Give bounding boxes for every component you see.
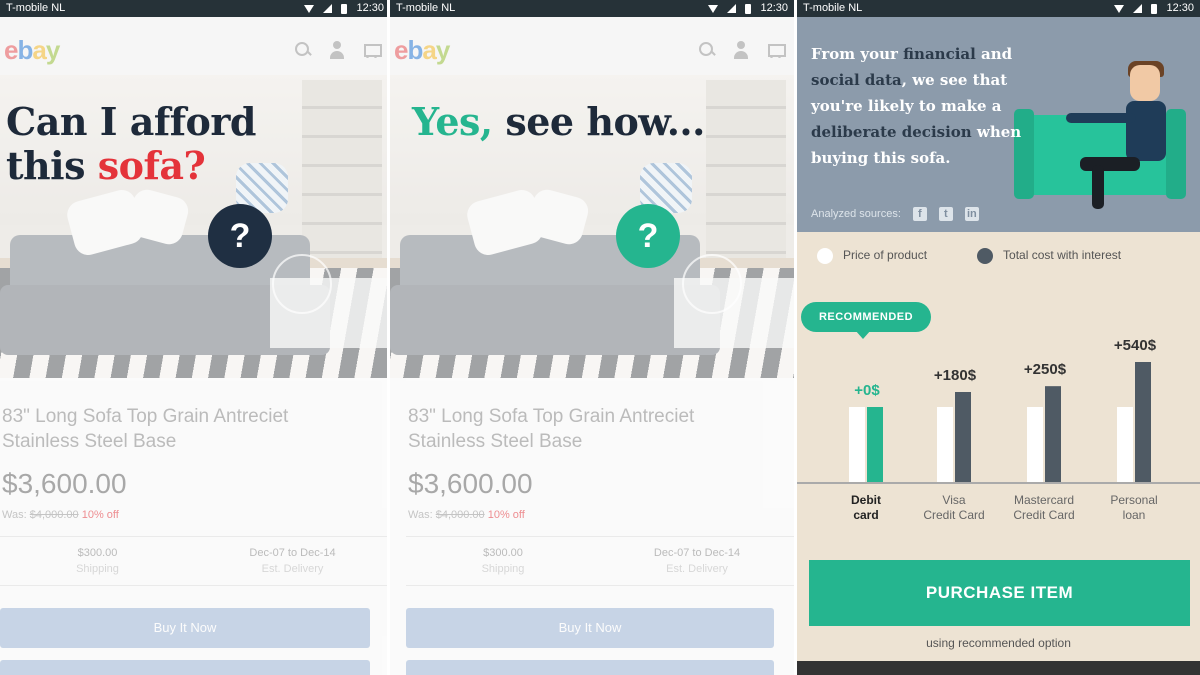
product-price: $3,600.00 — [2, 468, 127, 499]
bar-total-0 — [867, 407, 883, 482]
category-label-2: Mastercard — [1014, 493, 1074, 507]
was-price: Was: $4,000.00 10% off — [408, 509, 525, 521]
insight-text: From your financial and social data, we … — [811, 45, 1022, 167]
x-axis-baseline — [797, 482, 1200, 484]
chart-legend: Price of product Total cost with interes… — [817, 248, 1190, 264]
status-bar: T-mobile NL 12:30 — [390, 0, 794, 17]
carrier-label: T-mobile NL — [396, 2, 456, 14]
analyzed-sources: Analyzed sources: f t in — [811, 207, 979, 221]
phone-screen-recommendation: T-mobile NL 12:30 From your financial an… — [797, 0, 1200, 675]
phone-screen-question: T-mobile NL 12:30 ebay Can I afford this… — [0, 0, 390, 675]
battery-icon — [745, 3, 752, 14]
legend-swatch-price — [817, 248, 833, 264]
category-label-1: Credit Card — [923, 508, 984, 522]
category-label-0: Debit — [851, 493, 881, 507]
wifi-icon — [1114, 4, 1125, 13]
purchase-hint: using recommended option — [926, 636, 1071, 650]
linkedin-icon[interactable]: in — [964, 207, 979, 221]
clock: 12:30 — [760, 2, 788, 14]
buy-it-now-button[interactable]: Buy It Now — [0, 608, 370, 648]
tap-indicator — [272, 254, 332, 314]
app-bar: ebay — [0, 17, 390, 75]
category-label-2: Credit Card — [1013, 508, 1074, 522]
cart-icon[interactable] — [362, 41, 382, 59]
shipping-info: $300.00 Shipping Dec-07 to Dec-14 Est. Del… — [0, 536, 390, 586]
purchase-item-button[interactable]: PURCHASE ITEM — [809, 560, 1190, 626]
wifi-icon — [708, 4, 719, 13]
bar-price-1 — [937, 407, 953, 482]
product-title: 83" Long Sofa Top Grain Antreciet Stainl… — [2, 406, 289, 452]
legend-swatch-total — [977, 248, 994, 264]
facebook-icon[interactable]: f — [912, 207, 927, 221]
screenshot-collage: T-mobile NL 12:30 ebay Can I afford this… — [0, 0, 1200, 675]
add-to-cart-button[interactable] — [0, 660, 370, 675]
headline-question: Can I afford this sofa? — [6, 99, 256, 188]
bar-total-3 — [1135, 362, 1151, 482]
twitter-icon[interactable]: t — [938, 207, 953, 221]
search-icon[interactable] — [698, 41, 716, 59]
bar-price-2 — [1027, 407, 1043, 482]
data-label-2: +250$ — [1024, 361, 1067, 378]
shipping-info: $300.00 Shipping Dec-07 to Dec-14 Est. Del… — [406, 536, 794, 586]
nav-bar — [797, 661, 1200, 675]
battery-icon — [1151, 3, 1158, 14]
question-button[interactable]: ? — [616, 204, 680, 268]
buy-it-now-button[interactable]: Buy It Now — [406, 608, 774, 648]
signal-icon — [1133, 4, 1143, 13]
product-title: 83" Long Sofa Top Grain Antreciet Stainl… — [408, 406, 695, 452]
status-bar: T-mobile NL 12:30 — [797, 0, 1200, 17]
signal-icon — [323, 4, 333, 13]
phone-screen-answer: T-mobile NL 12:30 ebay Yes, see how... ?… — [390, 0, 794, 675]
product-details: 83" Long Sofa Top Grain Antreciet Stainl… — [406, 378, 794, 675]
category-label-1: Visa — [942, 493, 965, 507]
product-price: $3,600.00 — [408, 468, 533, 499]
headline-answer: Yes, see how... — [412, 99, 705, 144]
legend-price: Price of product — [817, 248, 927, 264]
clock: 12:30 — [1166, 2, 1194, 14]
recommended-badge: RECOMMENDED — [801, 302, 931, 339]
carrier-label: T-mobile NL — [6, 2, 66, 14]
legend-total: Total cost with interest — [977, 248, 1121, 264]
carrier-label: T-mobile NL — [803, 2, 863, 14]
data-label-3: +540$ — [1114, 337, 1157, 354]
question-button[interactable]: ? — [208, 204, 272, 268]
add-to-cart-button[interactable] — [406, 660, 774, 675]
sources-label: Analyzed sources: — [811, 208, 901, 220]
cart-icon[interactable] — [766, 41, 786, 59]
was-price: Was: $4,000.00 10% off — [2, 509, 119, 521]
ebay-logo[interactable]: ebay — [394, 35, 450, 66]
status-bar: T-mobile NL 12:30 — [0, 0, 390, 17]
bar-total-2 — [1045, 386, 1061, 482]
data-label-1: +180$ — [934, 367, 977, 384]
ebay-logo[interactable]: ebay — [4, 35, 60, 66]
category-label-0: card — [853, 508, 878, 522]
user-icon[interactable] — [328, 41, 346, 59]
tap-indicator — [682, 254, 742, 314]
clock: 12:30 — [356, 2, 384, 14]
payment-options-chart: RECOMMENDED +0$ Debit card +180$ Visa Credit … — [797, 290, 1200, 540]
bar-total-1 — [955, 392, 971, 482]
wifi-icon — [304, 4, 315, 13]
data-label-0: +0$ — [854, 382, 880, 399]
signal-icon — [727, 4, 737, 13]
category-label-3: Personal — [1110, 493, 1157, 507]
insight-banner: From your financial and social data, we … — [797, 17, 1200, 232]
product-details: 83" Long Sofa Top Grain Antreciet Stainl… — [0, 378, 390, 675]
battery-icon — [341, 3, 348, 14]
bar-price-3 — [1117, 407, 1133, 482]
category-label-3: loan — [1123, 508, 1146, 522]
user-icon[interactable] — [732, 41, 750, 59]
bar-price-0 — [849, 407, 865, 482]
app-bar: ebay — [390, 17, 794, 75]
search-icon[interactable] — [294, 41, 312, 59]
